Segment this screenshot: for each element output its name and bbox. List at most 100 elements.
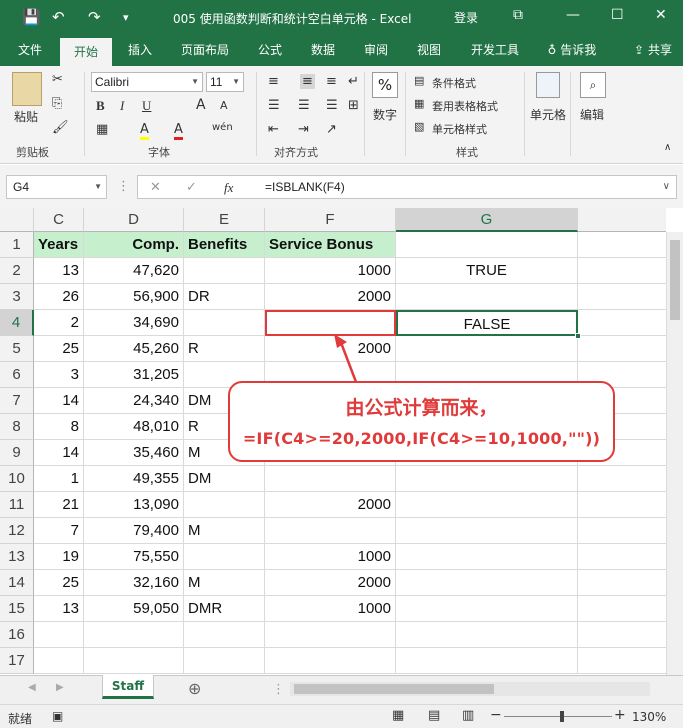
ribbon-display-icon[interactable]: ⧉ xyxy=(513,7,523,23)
normal-view-icon[interactable]: ▦ xyxy=(392,708,404,723)
italic-button[interactable]: I xyxy=(120,98,124,114)
data-cell[interactable] xyxy=(265,622,396,648)
redo-icon[interactable]: ↷ xyxy=(88,8,101,26)
data-cell[interactable]: 14 xyxy=(34,440,84,466)
data-cell[interactable]: 34,690 xyxy=(84,310,184,336)
data-cell[interactable]: 25 xyxy=(34,336,84,362)
data-cell[interactable] xyxy=(184,622,265,648)
data-cell[interactable]: 56,900 xyxy=(84,284,184,310)
data-cell[interactable]: DM xyxy=(184,466,265,492)
data-cell[interactable] xyxy=(84,622,184,648)
data-cell[interactable] xyxy=(578,310,666,336)
data-cell[interactable]: 32,160 xyxy=(84,570,184,596)
data-cell[interactable] xyxy=(578,570,666,596)
data-cell[interactable]: TRUE xyxy=(396,258,578,284)
data-cell[interactable]: 2000 xyxy=(265,284,396,310)
data-cell[interactable] xyxy=(34,648,84,674)
search-icon[interactable]: ⌕ xyxy=(580,72,606,98)
maximize-icon[interactable]: ☐ xyxy=(611,7,624,23)
customize-qat-icon[interactable]: ▾ xyxy=(123,11,129,24)
data-cell[interactable] xyxy=(265,466,396,492)
horizontal-scroll-thumb[interactable] xyxy=(294,684,494,694)
row-header[interactable]: 3 xyxy=(0,284,34,310)
column-header-g[interactable]: G xyxy=(396,208,578,232)
cells-label[interactable]: 单元格 xyxy=(530,106,566,123)
cell-styles-button[interactable]: 单元格样式 xyxy=(432,121,487,137)
data-cell[interactable]: 2000 xyxy=(265,570,396,596)
tab-insert[interactable]: 插入 xyxy=(118,36,162,66)
align-right-icon[interactable]: ☰ xyxy=(326,98,338,113)
minimize-icon[interactable]: — xyxy=(566,7,580,23)
cells-icon[interactable] xyxy=(536,72,560,98)
fill-handle[interactable] xyxy=(575,333,581,339)
decrease-indent-icon[interactable]: ⇤ xyxy=(268,122,279,137)
chevron-down-icon[interactable]: ▼ xyxy=(94,176,102,198)
name-box[interactable]: G4 ▼ xyxy=(6,175,107,199)
data-cell[interactable] xyxy=(184,544,265,570)
data-cell[interactable]: 48,010 xyxy=(84,414,184,440)
data-cell[interactable]: 3 xyxy=(34,362,84,388)
row-header[interactable]: 2 xyxy=(0,258,34,284)
data-cell[interactable] xyxy=(34,622,84,648)
vertical-scrollbar[interactable] xyxy=(666,232,683,675)
sheet-tab-staff[interactable]: Staff xyxy=(102,675,154,699)
conditional-format-button[interactable]: 条件格式 xyxy=(432,75,476,91)
drag-handle-icon[interactable]: ⋮ xyxy=(117,179,130,194)
increase-indent-icon[interactable]: ⇥ xyxy=(298,122,309,137)
shrink-font-button[interactable]: A xyxy=(220,99,228,112)
zoom-slider-thumb[interactable] xyxy=(560,711,564,722)
data-cell[interactable] xyxy=(578,336,666,362)
data-cell[interactable]: 59,050 xyxy=(84,596,184,622)
data-cell[interactable]: 13 xyxy=(34,258,84,284)
data-cell[interactable] xyxy=(396,284,578,310)
row-header[interactable]: 4 xyxy=(0,310,34,336)
grow-font-button[interactable]: A xyxy=(196,97,206,113)
merge-center-icon[interactable]: ⊞ xyxy=(348,98,359,113)
data-cell[interactable]: 1000 xyxy=(265,544,396,570)
collapse-ribbon-icon[interactable]: ∧ xyxy=(664,142,671,153)
data-cell[interactable]: M xyxy=(184,518,265,544)
data-cell[interactable] xyxy=(578,466,666,492)
data-cell[interactable] xyxy=(396,648,578,674)
row-header[interactable]: 14 xyxy=(0,570,34,596)
row-header[interactable]: 12 xyxy=(0,518,34,544)
tab-data[interactable]: 数据 xyxy=(301,36,345,66)
row-header[interactable]: 17 xyxy=(0,648,34,674)
data-cell[interactable]: 1000 xyxy=(265,258,396,284)
data-cell[interactable] xyxy=(578,518,666,544)
row-header[interactable]: 11 xyxy=(0,492,34,518)
zoom-slider[interactable] xyxy=(504,716,612,717)
number-format-icon[interactable]: % xyxy=(372,72,398,98)
formula-input[interactable]: ✕ ✓ fx =ISBLANK(F4) ∨ xyxy=(137,175,677,199)
zoom-out-icon[interactable]: − xyxy=(490,707,502,723)
bold-button[interactable]: B xyxy=(96,98,105,114)
align-left-icon[interactable]: ☰ xyxy=(268,98,280,113)
data-cell[interactable]: 75,550 xyxy=(84,544,184,570)
data-cell[interactable]: 26 xyxy=(34,284,84,310)
data-cell[interactable] xyxy=(84,648,184,674)
active-cell-g4[interactable]: FALSE xyxy=(396,310,578,336)
row-header[interactable]: 7 xyxy=(0,388,34,414)
prev-sheet-icon[interactable]: ◀ xyxy=(28,682,36,693)
align-middle-icon[interactable]: ≡ xyxy=(300,74,315,89)
data-cell[interactable] xyxy=(578,544,666,570)
font-name-select[interactable]: Calibri ▼ xyxy=(91,72,203,92)
row-header[interactable]: 8 xyxy=(0,414,34,440)
data-cell[interactable]: 14 xyxy=(34,388,84,414)
align-top-icon[interactable]: ≡ xyxy=(268,74,279,89)
macro-record-icon[interactable]: ▣ xyxy=(52,709,63,723)
column-header-f[interactable]: F xyxy=(265,208,396,232)
data-cell[interactable] xyxy=(184,492,265,518)
data-cell[interactable]: R xyxy=(184,336,265,362)
data-cell[interactable] xyxy=(396,544,578,570)
data-cell[interactable]: M xyxy=(184,570,265,596)
add-sheet-icon[interactable]: ⊕ xyxy=(188,679,201,698)
zoom-in-icon[interactable]: + xyxy=(614,707,626,723)
row-header[interactable]: 15 xyxy=(0,596,34,622)
tell-me-box[interactable]: ♁ 告诉我 xyxy=(540,36,604,66)
data-cell[interactable]: 45,260 xyxy=(84,336,184,362)
page-layout-view-icon[interactable]: ▤ xyxy=(428,708,440,723)
vertical-scroll-thumb[interactable] xyxy=(670,240,680,320)
data-cell[interactable]: 1000 xyxy=(265,596,396,622)
font-color-button[interactable]: A xyxy=(174,122,183,140)
